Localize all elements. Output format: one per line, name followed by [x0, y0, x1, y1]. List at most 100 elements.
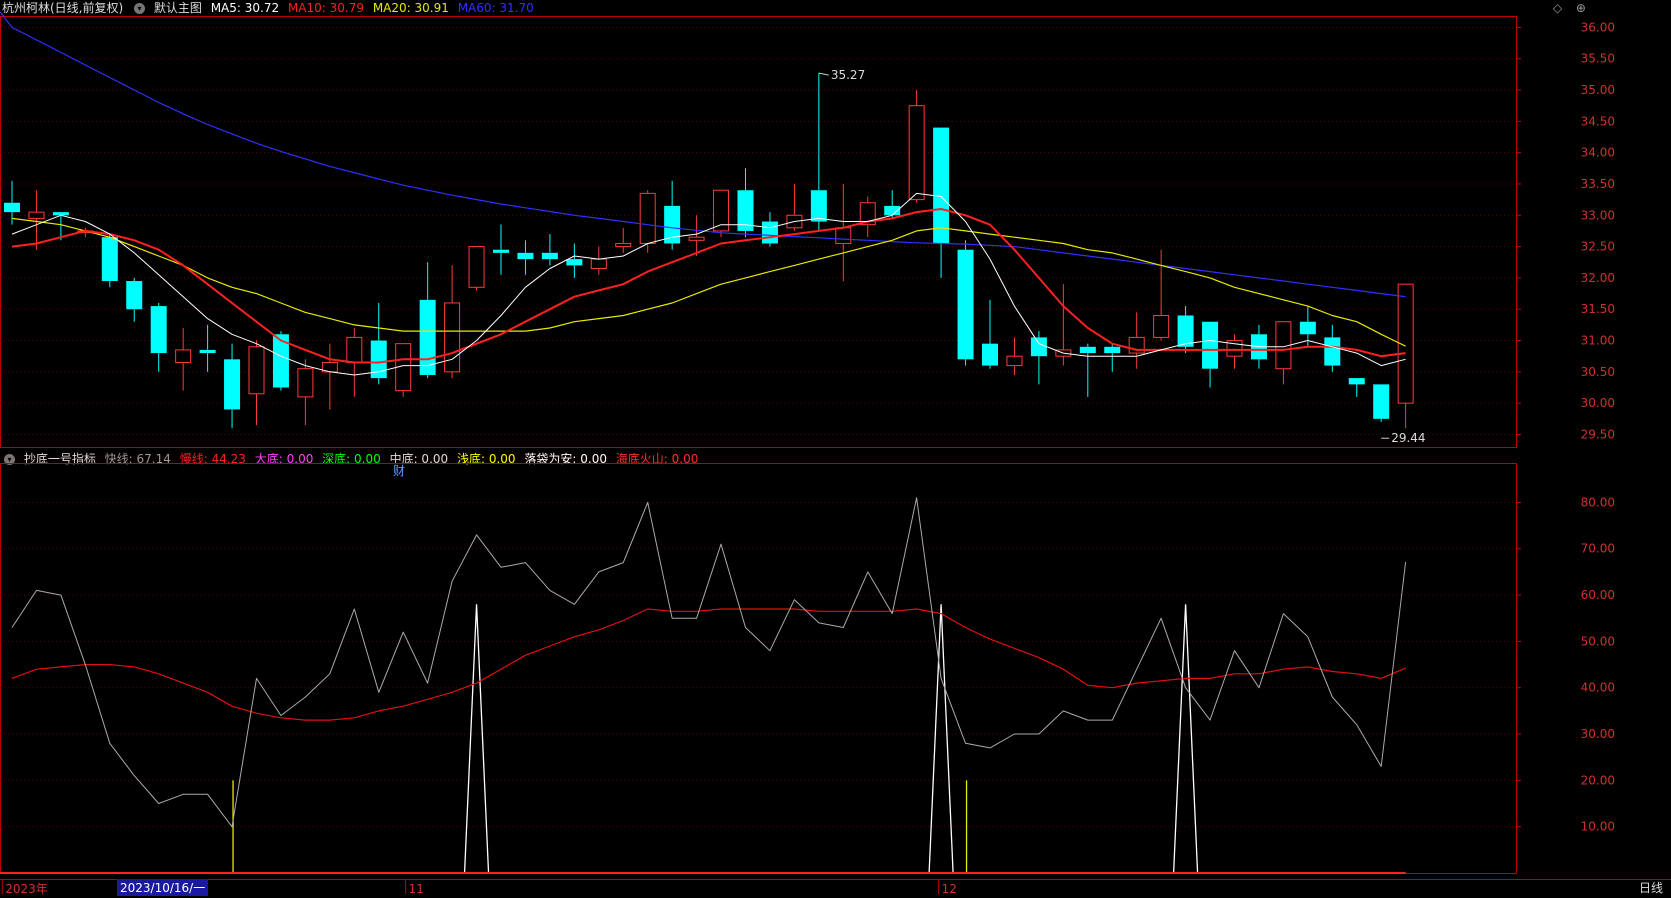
candle — [1006, 337, 1023, 375]
indicator-tick-label: 10.00 — [1581, 820, 1615, 834]
candle-body-down — [1202, 321, 1219, 369]
candle-body-down — [1324, 337, 1341, 366]
price-tick-label: 32.50 — [1581, 240, 1615, 254]
price-tick-label: 31.00 — [1581, 334, 1615, 348]
candle — [126, 277, 143, 322]
candle — [1079, 343, 1096, 397]
candle — [395, 343, 412, 397]
price-tick-label: 34.00 — [1581, 146, 1615, 160]
indicator-tick-label: 30.00 — [1581, 727, 1615, 741]
candle — [150, 302, 167, 372]
price-tick-label: 36.00 — [1581, 20, 1615, 34]
price-tick-label: 30.50 — [1581, 365, 1615, 379]
candle — [566, 243, 583, 278]
price-tick-label: 33.00 — [1581, 208, 1615, 222]
candle-body-up — [590, 258, 607, 270]
bottom-signal-spike — [928, 604, 954, 874]
candle-body-down — [224, 359, 241, 410]
candle-body-down — [664, 205, 681, 244]
candle — [419, 262, 436, 379]
candle-body-down — [957, 249, 974, 360]
candle-body-down — [4, 202, 20, 213]
candle-body-up — [175, 349, 192, 363]
candle-body-up — [615, 242, 632, 248]
candle-body-down — [1079, 346, 1096, 354]
candle — [590, 246, 607, 275]
candle — [1104, 343, 1121, 372]
period-button[interactable]: 日线 — [1639, 879, 1663, 896]
candle-body-down — [541, 252, 558, 260]
candle — [517, 240, 534, 275]
candle-body-up — [248, 346, 265, 395]
candle — [1030, 331, 1047, 385]
candle — [1153, 249, 1170, 341]
candle-body-down — [1104, 346, 1121, 354]
candle-body-down — [1177, 315, 1194, 347]
candle — [297, 359, 314, 426]
candle-body-down — [1299, 321, 1316, 335]
candle-body-down — [566, 259, 583, 266]
candle — [1177, 306, 1194, 354]
candle — [4, 180, 20, 225]
candle-body-up — [835, 227, 852, 244]
candle — [859, 196, 876, 238]
date-label: 12 — [942, 882, 957, 896]
candle — [810, 73, 827, 231]
candle — [468, 246, 485, 291]
candle-body-down — [810, 190, 827, 222]
candle — [884, 190, 901, 219]
high-price-label: 35.27 — [831, 68, 865, 82]
price-tick-label: 33.50 — [1581, 177, 1615, 191]
candle — [1397, 283, 1414, 429]
candle-body-down — [493, 249, 509, 253]
candle — [835, 183, 852, 282]
slow-line — [11, 608, 1406, 721]
candle-body-down — [126, 281, 143, 310]
candle — [615, 227, 632, 253]
candle — [908, 90, 925, 203]
candle-body-down — [982, 343, 998, 366]
candle-body-down — [1030, 337, 1047, 357]
price-tick-label: 32.00 — [1581, 271, 1615, 285]
selected-date: 2023/10/16/一 — [117, 879, 209, 896]
candle — [541, 234, 558, 266]
kline-chart[interactable]: 36.00 35.50 35.00 34.50 34.00 33.50 33.00 32.50… — [0, 0, 1671, 898]
bottom-signal-spike — [463, 604, 490, 874]
candle — [737, 168, 754, 238]
price-tick-label: 34.50 — [1581, 114, 1615, 128]
date-label: 2023年 — [5, 882, 48, 896]
candle — [444, 265, 461, 379]
indicator-tick-label: 80.00 — [1581, 495, 1615, 509]
fast-line — [11, 497, 1407, 828]
candle-body-up — [639, 192, 656, 244]
price-tick-label: 30.00 — [1581, 396, 1615, 410]
candle — [248, 340, 265, 426]
bottom-signal-spike — [1172, 604, 1199, 874]
candle — [982, 299, 998, 369]
date-label: 11 — [409, 882, 424, 896]
candle — [1373, 384, 1390, 422]
candle-body-up — [1006, 355, 1023, 367]
candle — [957, 240, 974, 366]
candle — [321, 343, 338, 410]
candle-body-up — [468, 246, 485, 288]
candle — [493, 224, 509, 275]
candle-body-up — [297, 368, 314, 398]
candle — [28, 190, 45, 250]
price-tick-label: 35.50 — [1581, 52, 1615, 66]
candle-body-down — [517, 252, 534, 260]
candle-body-down — [101, 237, 118, 282]
candle — [101, 234, 118, 288]
candle-body-up — [1153, 314, 1170, 338]
indicator-tick-label: 50.00 — [1581, 634, 1615, 648]
indicator-tick-label: 60.00 — [1581, 588, 1615, 602]
candle — [175, 328, 192, 391]
candle — [1226, 334, 1243, 369]
high-pointer — [818, 72, 829, 76]
indicator-tick-label: 70.00 — [1581, 542, 1615, 556]
candle — [1128, 312, 1145, 369]
price-tick-label: 31.50 — [1581, 302, 1615, 316]
indicator-tick-label: 20.00 — [1581, 773, 1615, 787]
candle-body-up — [688, 236, 705, 241]
candle-body-down — [761, 221, 778, 244]
